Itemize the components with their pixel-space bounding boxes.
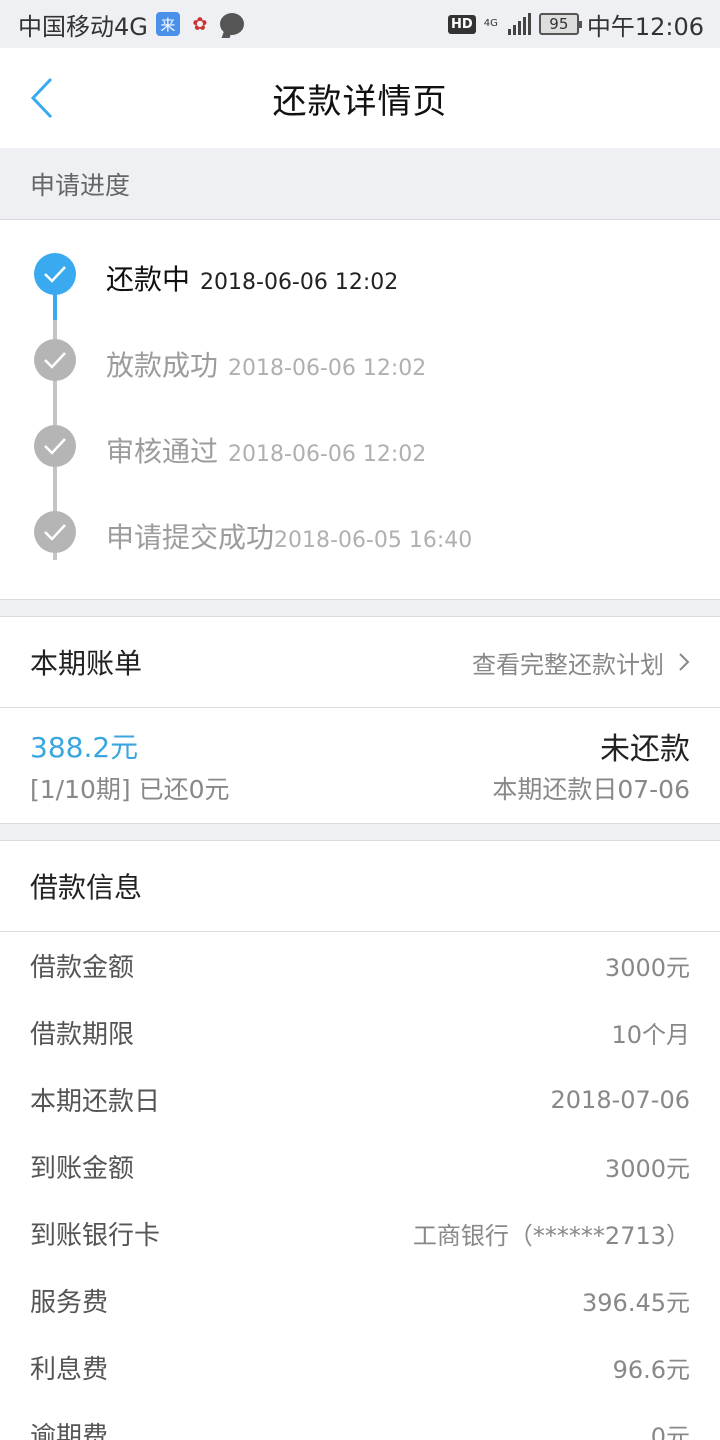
loan-info-row: 到账银行卡 工商银行（******2713） — [0, 1200, 720, 1267]
loan-info-row: 借款金额 3000元 — [0, 932, 720, 999]
loan-info-label: 借款金额 — [30, 953, 135, 983]
bill-status: 未还款 — [600, 732, 690, 767]
progress-step: 审核通过 2018-06-06 12:02 — [106, 430, 426, 470]
loan-info-label: 借款期限 — [30, 1020, 135, 1050]
loan-info-row: 逾期费 0元 — [0, 1401, 720, 1440]
step-time: 2018-06-06 12:02 — [200, 270, 399, 295]
network-type-icon: 4G — [483, 18, 498, 29]
chevron-right-icon — [679, 653, 690, 671]
loan-info-label: 到账银行卡 — [30, 1221, 161, 1251]
step-time: 2018-06-06 12:02 — [228, 442, 427, 467]
loan-info-row: 服务费 396.45元 — [0, 1267, 720, 1334]
progress-step: 还款中 2018-06-06 12:02 — [106, 258, 398, 298]
progress-step: 申请提交成功 2018-06-05 16:40 — [106, 516, 472, 556]
loan-info-value: 3000元 — [604, 1155, 690, 1183]
battery-icon: 95 — [538, 13, 582, 35]
loan-info-row: 利息费 96.6元 — [0, 1334, 720, 1401]
step-time: 2018-06-06 12:02 — [228, 356, 427, 381]
nav-bar: 还款详情页 — [0, 48, 720, 148]
bill-title: 本期账单 — [30, 647, 143, 680]
bill-due-date: 本期还款日07-06 — [492, 775, 690, 804]
progress-timeline: 还款中 2018-06-06 12:02 放款成功 2018-06-06 12:… — [0, 220, 720, 600]
loan-info-label: 本期还款日 — [30, 1087, 161, 1117]
back-button[interactable] — [22, 76, 62, 120]
step-time: 2018-06-05 16:40 — [274, 528, 473, 553]
section-divider — [0, 600, 720, 616]
loan-info-value: 10个月 — [611, 1021, 690, 1049]
section-divider — [0, 824, 720, 840]
loan-info-list: 借款金额 3000元 借款期限 10个月 本期还款日 2018-07-06 到账… — [0, 932, 720, 1440]
view-repayment-plan-label: 查看完整还款计划 — [472, 650, 664, 679]
hd-icon: HD — [448, 14, 476, 34]
bill-summary: 388.2元 [1/10期] 已还0元 未还款 本期还款日07-06 — [0, 708, 720, 824]
step-check-icon — [34, 339, 76, 381]
loan-info-header: 借款信息 — [0, 840, 720, 932]
view-repayment-plan-link[interactable]: 查看完整还款计划 — [472, 645, 690, 680]
loan-info-value: 3000元 — [604, 954, 690, 982]
chevron-left-icon — [30, 77, 53, 119]
progress-step: 放款成功 2018-06-06 12:02 — [106, 344, 426, 384]
signal-icon — [507, 13, 531, 35]
status-bar-right: HD 4G 95 中午12:06 — [448, 7, 704, 42]
step-check-icon — [34, 425, 76, 467]
loan-info-label: 逾期费 — [30, 1422, 109, 1440]
bill-amount: 388.2元 — [30, 731, 139, 764]
loan-info-value: 396.45元 — [582, 1289, 690, 1317]
app-notification-icon: 来 — [155, 12, 180, 36]
page-title: 还款详情页 — [272, 81, 448, 122]
status-bar: 中国移动4G 来 ✿ HD 4G 95 中午12:06 — [0, 0, 720, 48]
step-check-icon — [34, 511, 76, 553]
battery-level: 95 — [549, 15, 569, 33]
loan-info-value: 96.6元 — [612, 1356, 690, 1384]
chat-notification-icon — [219, 13, 244, 35]
step-check-icon — [34, 253, 76, 295]
loan-info-label: 服务费 — [30, 1288, 109, 1318]
loan-info-row: 本期还款日 2018-07-06 — [0, 1066, 720, 1133]
loan-info-value: 0元 — [650, 1423, 690, 1440]
bill-period: [1/10期] 已还0元 — [30, 775, 230, 804]
loan-info-value: 工商银行（******2713） — [412, 1222, 690, 1250]
loan-info-value: 2018-07-06 — [550, 1085, 690, 1114]
step-label: 申请提交成功 — [106, 521, 275, 554]
loan-info-row: 到账金额 3000元 — [0, 1133, 720, 1200]
loan-info-label: 利息费 — [30, 1355, 109, 1385]
step-label: 审核通过 — [106, 435, 219, 468]
game-notification-icon: ✿ — [192, 13, 208, 35]
status-bar-left: 中国移动4G 来 ✿ — [18, 7, 244, 42]
step-label: 还款中 — [106, 263, 191, 296]
bill-header: 本期账单 查看完整还款计划 — [0, 616, 720, 708]
loan-info-row: 借款期限 10个月 — [0, 999, 720, 1066]
progress-section-header: 申请进度 — [0, 148, 720, 220]
step-label: 放款成功 — [106, 349, 219, 382]
loan-info-label: 到账金额 — [30, 1154, 135, 1184]
carrier-label: 中国移动4G — [18, 12, 148, 41]
clock: 中午12:06 — [586, 12, 704, 41]
